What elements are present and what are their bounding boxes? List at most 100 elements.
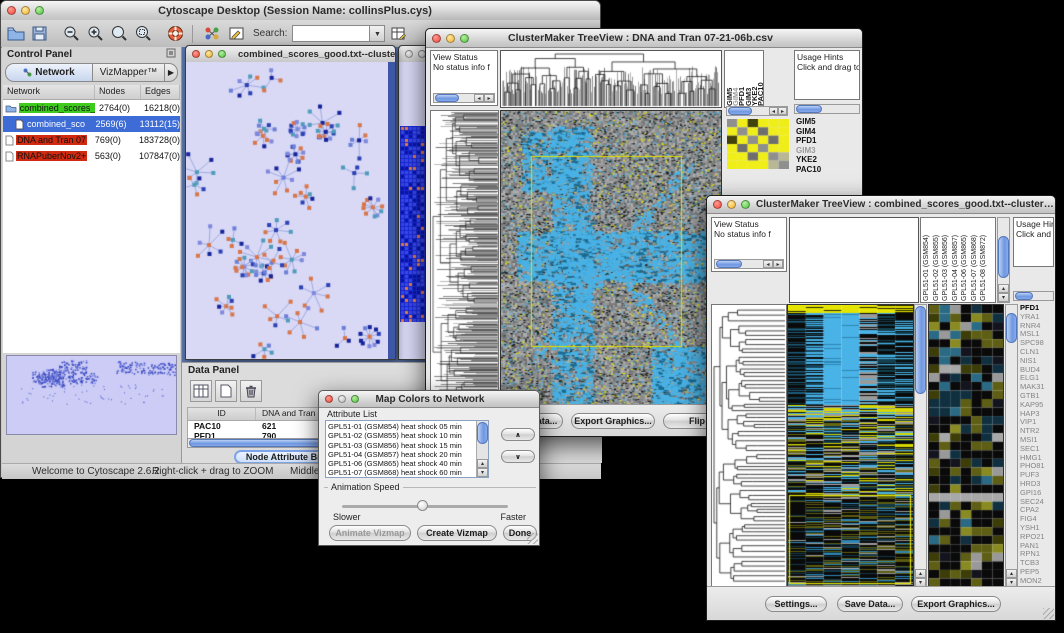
network-overview-thumbnail[interactable] (6, 355, 177, 435)
zoom-fit-icon[interactable] (132, 23, 154, 45)
tab-vizmapper[interactable]: VizMapper™ (93, 63, 165, 82)
export-graphics-button[interactable]: Export Graphics... (911, 596, 1001, 612)
move-up-button[interactable]: ∧ (501, 428, 535, 441)
resize-grip[interactable] (1043, 608, 1054, 619)
right-panel-vscrollbar[interactable]: ▴ ▾ (997, 217, 1010, 303)
row-label[interactable]: GIM3 (796, 146, 858, 156)
help-lifering-icon[interactable] (164, 23, 186, 45)
row-label[interactable]: YKE2 (796, 155, 858, 165)
usage-hints-scrollbar[interactable] (1013, 291, 1054, 301)
view-status-scrollbar[interactable]: ◂ ▸ (433, 93, 495, 103)
zoom-button[interactable] (460, 34, 469, 43)
correlation-mini-heatmap[interactable] (727, 119, 789, 169)
scroll-right-arrow[interactable]: ▸ (484, 94, 494, 102)
delete-attribute-icon[interactable] (240, 380, 262, 402)
attribute-item[interactable]: GPL51-02 (GSM855) heat shock 10 min (328, 431, 475, 440)
row-dendrogram[interactable] (430, 110, 499, 421)
row-label[interactable]: PFD1 (796, 136, 858, 146)
close-button[interactable] (713, 200, 722, 209)
table-edit-icon[interactable] (387, 23, 409, 45)
zoom-heatmap[interactable] (928, 304, 1004, 588)
network-window-1-titlebar[interactable]: combined_scores_good.txt--cluste... (186, 46, 395, 63)
zoom-out-icon[interactable] (60, 23, 82, 45)
column-dendrogram-empty[interactable] (789, 217, 919, 303)
map-dialog-titlebar[interactable]: Map Colors to Network (319, 391, 539, 408)
move-down-button[interactable]: ∨ (501, 450, 535, 463)
animate-vizmap-button[interactable]: Animate Vizmap (329, 525, 411, 541)
scroll-up-arrow[interactable]: ▴ (915, 569, 926, 578)
scrollbar-thumb[interactable] (728, 107, 752, 115)
attribute-item[interactable]: GPL51-04 (GSM857) heat shock 20 min (328, 450, 475, 459)
close-button[interactable] (405, 50, 413, 58)
search-input[interactable] (292, 25, 370, 42)
scrollbar-thumb[interactable] (435, 94, 459, 102)
settings-button[interactable]: Settings... (765, 596, 827, 612)
create-vizmap-button[interactable]: Create Vizmap (417, 525, 497, 541)
scroll-left-arrow[interactable]: ◂ (763, 260, 773, 268)
column-header-nodes[interactable]: Nodes (95, 85, 141, 99)
minimize-button[interactable] (727, 200, 736, 209)
column-header-id[interactable]: ID (188, 408, 256, 420)
heatmap-main[interactable] (500, 110, 722, 421)
network-row-dna-and-tran[interactable]: DNA and Tran 07 769(0) 183728(0) (3, 132, 180, 148)
close-button[interactable] (432, 34, 441, 43)
column-label[interactable]: GPL51-08 (GSM872) (980, 219, 990, 301)
column-dendrogram[interactable] (500, 50, 722, 108)
network-row-combined-sco-selected[interactable]: combined_sco 2569(6) 13112(15) (3, 116, 180, 132)
scroll-left-arrow[interactable]: ◂ (769, 107, 778, 115)
tab-network[interactable]: Network (5, 63, 93, 82)
network-view-scrollbar[interactable] (388, 62, 395, 359)
tab-overflow-arrow[interactable]: ▶ (165, 63, 178, 82)
attribute-item[interactable]: GPL51-01 (GSM854) heat shock 05 min (328, 422, 475, 431)
scrollbar-thumb[interactable] (1006, 313, 1017, 343)
float-panel-icon[interactable] (166, 48, 176, 61)
zoom-button[interactable] (35, 6, 44, 15)
main-titlebar[interactable]: Cytoscape Desktop (Session Name: collins… (1, 1, 600, 21)
column-label[interactable]: GPL51-03 (GSM856) (942, 219, 952, 301)
attribute-item[interactable]: GPL51-03 (GSM856) heat shock 15 min (328, 441, 475, 450)
row-label[interactable]: GIM4 (796, 127, 858, 137)
scrollbar-thumb[interactable] (477, 422, 488, 444)
global-heatmap-vscrollbar[interactable]: ▴ ▾ (914, 304, 927, 588)
treeview2-titlebar[interactable]: ClusterMaker TreeView : combined_scores_… (707, 196, 1055, 214)
column-label[interactable]: YKE2 (751, 52, 757, 106)
column-label[interactable]: GPL51-06 (GSM865) (961, 219, 971, 301)
column-label[interactable]: PFD1 (738, 52, 744, 106)
row-label[interactable]: GIM5 (796, 117, 858, 127)
network-view-canvas-1[interactable] (186, 62, 395, 359)
treeview1-titlebar[interactable]: ClusterMaker TreeView : DNA and Tran 07-… (426, 29, 862, 48)
zoom-selected-icon[interactable] (108, 23, 130, 45)
zoom-button[interactable] (741, 200, 750, 209)
attribute-table-icon[interactable] (190, 380, 212, 402)
scroll-up-arrow[interactable]: ▴ (998, 284, 1009, 293)
scroll-up-arrow[interactable]: ▴ (477, 459, 488, 468)
column-label[interactable]: GPL51-02 (GSM855) (933, 219, 943, 301)
network-window-1[interactable]: combined_scores_good.txt--cluste... (185, 45, 396, 360)
annotation-icon[interactable] (225, 23, 247, 45)
close-button[interactable] (325, 395, 333, 403)
animation-speed-slider[interactable] (342, 500, 508, 511)
slider-thumb[interactable] (417, 500, 428, 511)
minimize-button[interactable] (446, 34, 455, 43)
vizmap-nodes-icon[interactable] (201, 23, 223, 45)
gene-label[interactable]: MON2 (1020, 577, 1056, 586)
save-icon[interactable] (28, 23, 50, 45)
network-row-rnapubernov2[interactable]: RNAPuberNov2+ 563(0) 107847(0) (3, 148, 180, 164)
scroll-right-arrow[interactable]: ▸ (778, 107, 787, 115)
scroll-down-arrow[interactable]: ▾ (477, 468, 488, 477)
column-label[interactable]: GPL51-01 (GSM854) (923, 219, 933, 301)
row-dendrogram[interactable] (711, 304, 787, 588)
close-button[interactable] (7, 6, 16, 15)
search-dropdown-arrow[interactable]: ▼ (370, 25, 385, 42)
attribute-listbox[interactable]: GPL51-01 (GSM854) heat shock 05 minGPL51… (325, 420, 489, 478)
scroll-down-arrow[interactable]: ▾ (998, 293, 1009, 302)
zoom-in-icon[interactable] (84, 23, 106, 45)
column-header-edges[interactable]: Edges (141, 85, 180, 99)
column-header-network[interactable]: Network (3, 85, 95, 99)
column-label[interactable]: GIM3 (745, 52, 751, 106)
view-status-scrollbar[interactable]: ◂ ▸ (714, 259, 784, 269)
scrollbar-thumb[interactable] (716, 260, 742, 268)
scrollbar-thumb[interactable] (1015, 292, 1033, 300)
attribute-list-scrollbar[interactable]: ▴ ▾ (476, 421, 488, 477)
mini-heatmap-scrollbar[interactable]: ◂ ▸ (726, 106, 788, 116)
